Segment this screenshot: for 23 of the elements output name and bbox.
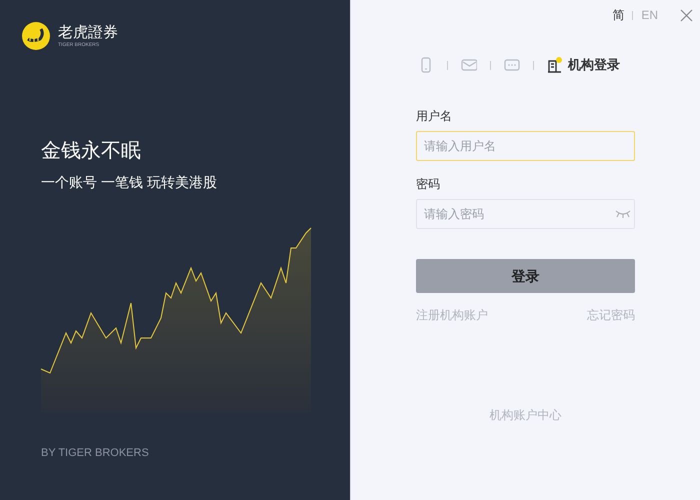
- field-label: 密码: [416, 176, 441, 193]
- subheadline: 一个账号 一笔钱 玩转美港股: [41, 173, 218, 192]
- language-option[interactable]: EN: [641, 6, 658, 24]
- headline: 金钱永不眠: [41, 139, 142, 164]
- forgot-password-link[interactable]: 忘记密码: [587, 306, 635, 324]
- username-field[interactable]: 请输入用户名: [416, 131, 635, 161]
- login-tab[interactable]: 机构登录: [547, 55, 620, 75]
- brand-name: 老虎證券: [58, 24, 118, 42]
- account-center-link[interactable]: 机构账户中心: [490, 406, 562, 424]
- tiger-logo-icon: [22, 22, 50, 50]
- closed-eye-icon[interactable]: [615, 209, 631, 219]
- login-tab[interactable]: [504, 57, 520, 73]
- language-option[interactable]: 简: [612, 6, 624, 24]
- envelope-icon: [461, 57, 477, 73]
- footer-text: BY TIGER BROKERS: [41, 446, 150, 461]
- building-icon: [547, 57, 563, 73]
- login-tab[interactable]: [461, 57, 477, 73]
- register-link[interactable]: 注册机构账户: [416, 306, 488, 324]
- login-button[interactable]: 登录: [416, 259, 635, 293]
- field-label: 用户名: [416, 108, 453, 125]
- chat-bubble-icon: [504, 57, 520, 73]
- password-field[interactable]: 请输入密码: [416, 199, 635, 229]
- close-icon[interactable]: [680, 8, 693, 22]
